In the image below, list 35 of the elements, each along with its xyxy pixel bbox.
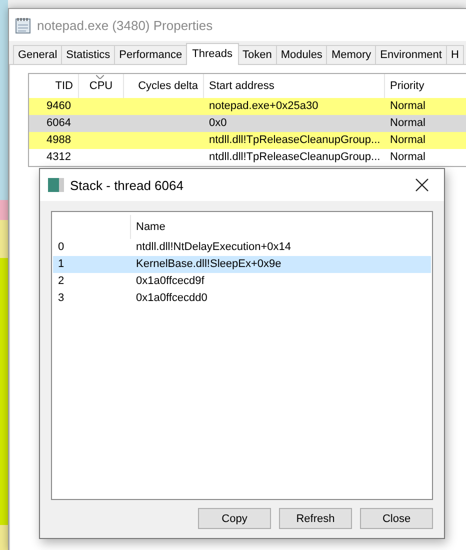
dialog-button[interactable]: Close [360,508,433,529]
table-cell: 1 [53,256,131,273]
table-cell-text: Normal [389,133,426,148]
column-header[interactable]: Name [131,215,431,239]
table-cell-text: ntdll.dll!TpReleaseCleanupGroup... [208,133,382,148]
table-row[interactable]: 6064 0x0 Normal [29,115,466,132]
tab[interactable]: Token [238,45,277,64]
dialog-button[interactable]: Copy [198,508,271,529]
window-title: notepad.exe (3480) Properties [37,18,213,32]
tab[interactable]: Threads [186,43,238,65]
table-cell-text: 0x1a0ffcecdd0 [135,291,208,306]
table-cell-text: 4988 [46,133,72,148]
window-icon [48,178,64,192]
dialog-button[interactable]: Refresh [279,508,352,529]
table-cell-text: 6064 [46,116,72,131]
table-row[interactable]: 9460 notepad.exe+0x25a30 Normal [29,98,466,115]
table-cell-text: 0 [57,240,66,255]
table-cell-text: notepad.exe+0x25a30 [208,99,320,114]
table-cell-text: 4312 [46,150,72,165]
table-cell-text: 0x1a0ffcecd9f [135,274,206,289]
table-cell-text: 0x0 [208,116,228,131]
table-cell-text: ntdll.dll!TpReleaseCleanupGroup... [208,150,382,165]
tab[interactable]: H [446,45,464,64]
dialog-title: Stack - thread 6064 [70,178,184,192]
table-cell-text: Normal [389,150,426,165]
table-cell-text: ntdll.dll!NtDelayExecution+0x14 [135,240,292,255]
notepad-icon [15,16,31,34]
table-cell-text: Normal [389,116,426,131]
table-cell-text: Normal [389,99,426,114]
tab[interactable]: General [13,45,62,64]
table-cell-text: 2 [57,274,66,289]
table-row[interactable]: 4988 ntdll.dll!TpReleaseCleanupGroup... Normal [29,132,466,149]
table-cell: KernelBase.dll!SleepEx+0x9e [131,256,431,273]
table-cell-text: 3 [57,291,66,306]
table-cell-text: 9460 [46,99,72,114]
